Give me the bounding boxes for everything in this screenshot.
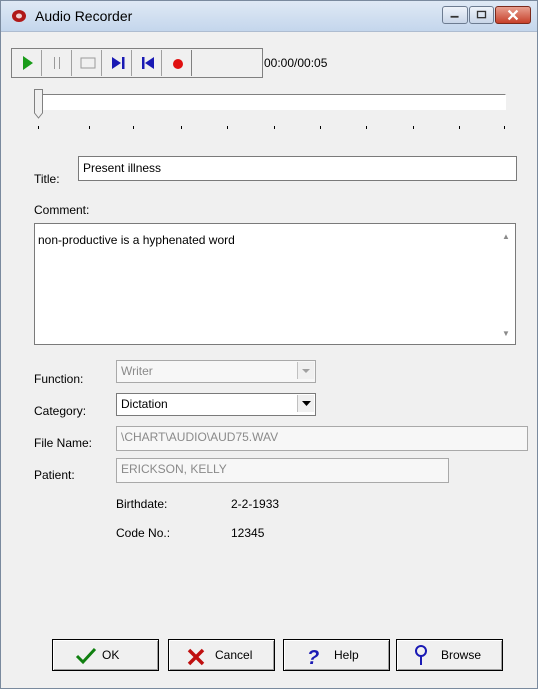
ok-label: OK <box>102 648 120 662</box>
pause-icon <box>54 57 60 69</box>
comment-textarea[interactable]: non-productive is a hyphenated word ▲ ▼ <box>34 223 516 345</box>
skip-back-icon <box>142 57 154 69</box>
chevron-down-icon <box>302 369 310 373</box>
comment-label: Comment: <box>34 203 90 217</box>
app-icon <box>12 10 26 22</box>
pin-icon <box>415 645 427 665</box>
stop-icon <box>80 57 96 69</box>
question-mark-icon: ? <box>307 647 319 666</box>
play-icon <box>23 56 33 70</box>
comment-text: non-productive is a hyphenated word <box>38 233 235 247</box>
browse-label: Browse <box>441 648 482 662</box>
help-label: Help <box>334 648 359 662</box>
function-value: Writer <box>121 364 153 378</box>
function-select[interactable]: Writer <box>116 360 316 383</box>
code-label: Code No.: <box>116 526 171 540</box>
minimize-icon <box>450 15 459 18</box>
category-select[interactable]: Dictation <box>116 393 316 416</box>
position-slider-track[interactable] <box>34 94 506 110</box>
scroll-up-arrow-icon[interactable]: ▲ <box>502 232 510 241</box>
skip-to-end-button[interactable] <box>104 50 132 76</box>
title-label: Title: <box>34 172 60 186</box>
svg-text:?: ? <box>307 647 319 666</box>
skip-to-start-button[interactable] <box>134 50 162 76</box>
filename-input[interactable]: \CHART\AUDIO\AUD75.WAV <box>116 426 528 451</box>
ok-button[interactable]: OK <box>52 639 159 671</box>
audio-recorder-window: Audio Recorder 00:00/00:05 Title: Presen… <box>0 0 538 689</box>
code-value: 12345 <box>231 526 265 540</box>
filename-label: File Name: <box>34 436 93 450</box>
birthdate-value: 2-2-1933 <box>231 497 280 511</box>
browse-button[interactable]: Browse <box>396 639 503 671</box>
patient-input[interactable]: ERICKSON, KELLY <box>116 458 449 483</box>
close-icon <box>507 9 519 21</box>
cancel-label: Cancel <box>215 648 253 662</box>
checkmark-icon <box>75 647 97 665</box>
transport-toolbar <box>11 48 263 78</box>
record-button[interactable] <box>164 50 192 76</box>
scroll-down-arrow-icon[interactable]: ▼ <box>502 329 510 338</box>
patient-label: Patient: <box>34 468 75 482</box>
function-dropdown-button[interactable] <box>297 362 314 379</box>
category-value: Dictation <box>121 397 168 411</box>
slider-thumb[interactable] <box>34 89 43 119</box>
cancel-button[interactable]: Cancel <box>168 639 275 671</box>
comment-scrollbar[interactable]: ▲ ▼ <box>498 224 515 344</box>
category-dropdown-button[interactable] <box>297 395 314 412</box>
maximize-button[interactable] <box>469 6 494 24</box>
title-bar[interactable]: Audio Recorder <box>1 1 537 32</box>
birthdate-label: Birthdate: <box>116 497 168 511</box>
skip-forward-icon <box>112 57 125 69</box>
red-x-icon <box>187 648 205 666</box>
play-button[interactable] <box>14 50 42 76</box>
time-counter: 00:00/00:05 <box>264 56 328 70</box>
title-input[interactable]: Present illness <box>78 156 517 181</box>
pause-button[interactable] <box>44 50 72 76</box>
record-icon <box>173 59 183 69</box>
function-label: Function: <box>34 372 84 386</box>
chevron-down-icon <box>302 401 311 406</box>
close-button[interactable] <box>495 6 531 24</box>
help-button[interactable]: ? Help <box>283 639 390 671</box>
window-title: Audio Recorder <box>35 8 133 24</box>
minimize-button[interactable] <box>442 6 468 24</box>
maximize-icon <box>476 10 487 19</box>
stop-button[interactable] <box>74 50 102 76</box>
category-label: Category: <box>34 404 87 418</box>
